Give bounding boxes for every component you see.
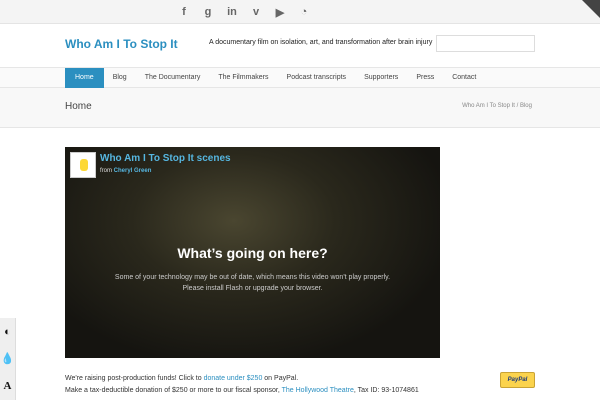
page-header: Home Who Am I To Stop It / Blog <box>0 88 600 128</box>
corner-ribbon <box>582 0 600 18</box>
contrast-icon[interactable]: ◐ <box>0 318 15 345</box>
facebook-icon[interactable]: f <box>176 4 192 20</box>
social-links: f g in v ▶ ◔ <box>176 4 312 20</box>
funding-text-2a: Make a tax-deductible donation of $250 o… <box>65 387 282 394</box>
nav-item-press[interactable]: Press <box>407 68 443 88</box>
paypal-button[interactable]: PayPal <box>500 372 535 388</box>
site-header: Who Am I To Stop It A documentary film o… <box>0 24 600 68</box>
video-from-label: from <box>100 168 112 174</box>
drop-icon[interactable]: 💧 <box>0 345 15 372</box>
breadcrumb[interactable]: Who Am I To Stop It / Blog <box>462 103 532 109</box>
linkedin-icon[interactable]: in <box>224 4 240 20</box>
youtube-icon[interactable]: ▶ <box>272 4 288 20</box>
video-embed[interactable]: Who Am I To Stop It scenes from Cheryl G… <box>65 147 440 358</box>
video-error-title: What’s going on here? <box>177 245 328 261</box>
site-title[interactable]: Who Am I To Stop It <box>65 37 178 51</box>
funding-text-1a: We're raising post-production funds! Cli… <box>65 375 204 382</box>
funding-text-1b: on PayPal. <box>262 375 299 382</box>
nav-item-the-filmmakers[interactable]: The Filmmakers <box>209 68 277 88</box>
nav-item-home[interactable]: Home <box>65 68 104 88</box>
accessibility-toolbar: ◐ 💧 A <box>0 318 16 400</box>
site-tagline: A documentary film on isolation, art, an… <box>209 39 433 46</box>
page-title: Home <box>65 101 92 112</box>
font-size-icon[interactable]: A <box>0 372 15 399</box>
funding-notice: We're raising post-production funds! Cli… <box>65 373 419 397</box>
video-byline: from Cheryl Green <box>100 168 151 174</box>
vimeo-icon[interactable]: v <box>248 4 264 20</box>
nav-item-podcast-transcripts[interactable]: Podcast transcripts <box>278 68 356 88</box>
main-nav: Home Blog The Documentary The Filmmakers… <box>0 68 600 88</box>
search-input[interactable] <box>436 35 535 52</box>
funding-line-2: Make a tax-deductible donation of $250 o… <box>65 385 419 397</box>
video-author-avatar[interactable] <box>70 152 96 178</box>
funding-line-1: We're raising post-production funds! Cli… <box>65 373 419 385</box>
donate-link[interactable]: donate under $250 <box>204 375 263 382</box>
google-plus-icon[interactable]: g <box>200 4 216 20</box>
nav-item-the-documentary[interactable]: The Documentary <box>136 68 210 88</box>
rss-icon[interactable]: ◔ <box>296 4 312 20</box>
nav-item-supporters[interactable]: Supporters <box>355 68 407 88</box>
fiscal-sponsor-link[interactable]: The Hollywood Theatre <box>282 387 354 394</box>
nav-item-contact[interactable]: Contact <box>443 68 485 88</box>
video-author-link[interactable]: Cheryl Green <box>114 168 152 174</box>
top-bar: f g in v ▶ ◔ <box>0 0 600 24</box>
video-title[interactable]: Who Am I To Stop It scenes <box>100 153 231 164</box>
nav-item-blog[interactable]: Blog <box>104 68 136 88</box>
funding-text-2b: , Tax ID: 93-1074861 <box>353 387 419 394</box>
video-error-message: Some of your technology may be out of da… <box>114 274 391 292</box>
